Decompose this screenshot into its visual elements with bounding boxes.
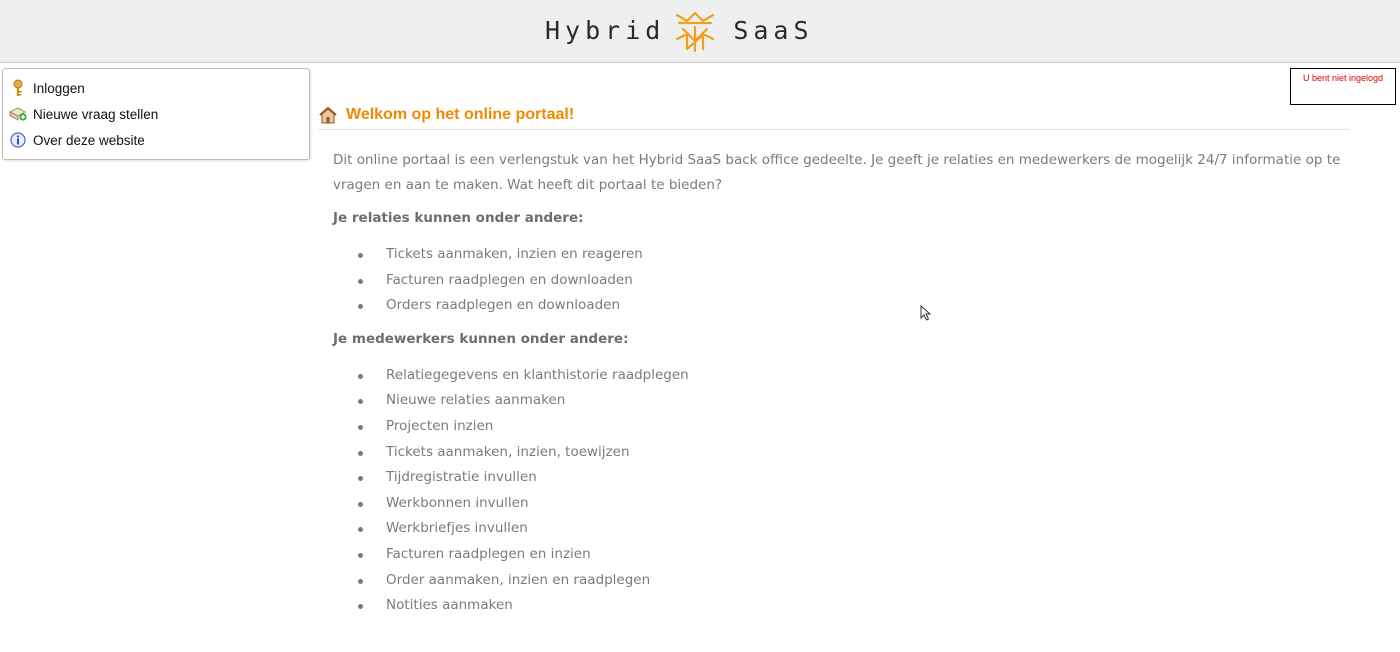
sidebar-menu: Inloggen Nieuwe vraag stellen Over deze …	[2, 68, 310, 160]
logo-text-left: Hybrid	[545, 16, 666, 45]
list-item: Order aanmaken, inzien en raadplegen	[333, 568, 1383, 594]
relations-list: Tickets aanmaken, inzien en reageren Fac…	[333, 242, 1383, 319]
list-item: Tickets aanmaken, inzien, toewijzen	[333, 440, 1383, 466]
page-title: Welkom op het online portaal!	[346, 105, 575, 123]
login-status-text: U bent niet ingelogd	[1302, 73, 1384, 83]
list-item: Tickets aanmaken, inzien en reageren	[333, 242, 1383, 268]
intro-paragraph: Dit online portaal is een verlengstuk va…	[333, 152, 1341, 193]
logo-text-right: SaaS	[733, 16, 814, 45]
page-body: Dit online portaal is een verlengstuk va…	[333, 148, 1383, 627]
key-icon	[9, 79, 27, 97]
employees-heading: Je medewerkers kunnen onder andere:	[333, 330, 629, 347]
mouse-cursor-icon	[920, 305, 932, 321]
page-title-row: Welkom op het online portaal!	[318, 100, 1350, 130]
sidebar-item-label: Nieuwe vraag stellen	[33, 106, 159, 122]
list-item: Projecten inzien	[333, 414, 1383, 440]
sidebar-item-label: Inloggen	[33, 80, 85, 96]
sidebar-item-label: Over deze website	[33, 132, 145, 148]
sidebar-item-over-website[interactable]: Over deze website	[3, 127, 309, 153]
header-bar: Hybrid SaaS	[0, 0, 1400, 63]
list-item: Werkbonnen invullen	[333, 491, 1383, 517]
list-item: Orders raadplegen en downloaden	[333, 293, 1383, 319]
employees-list: Relatiegegevens en klanthistorie raadple…	[333, 363, 1383, 619]
sidebar-item-inloggen[interactable]: Inloggen	[3, 75, 309, 101]
logo[interactable]: Hybrid SaaS	[545, 7, 857, 55]
list-item: Nieuwe relaties aanmaken	[333, 388, 1383, 414]
info-icon	[9, 131, 27, 149]
list-item: Relatiegegevens en klanthistorie raadple…	[333, 363, 1383, 389]
logo-emblem-icon	[676, 11, 715, 53]
relations-heading: Je relaties kunnen onder andere:	[333, 210, 584, 226]
sidebar-item-nieuwe-vraag[interactable]: Nieuwe vraag stellen	[3, 101, 309, 127]
main-content: Welkom op het online portaal! Dit online…	[318, 100, 1378, 613]
list-item: Tijdregistratie invullen	[333, 465, 1383, 491]
list-item: Werkbriefjes invullen	[333, 516, 1383, 542]
list-item: Facturen raadplegen en inzien	[333, 542, 1383, 568]
new-question-icon	[9, 105, 27, 123]
list-item: Facturen raadplegen en downloaden	[333, 268, 1383, 294]
list-item: Notities aanmaken	[333, 593, 1383, 619]
home-icon	[319, 106, 337, 123]
